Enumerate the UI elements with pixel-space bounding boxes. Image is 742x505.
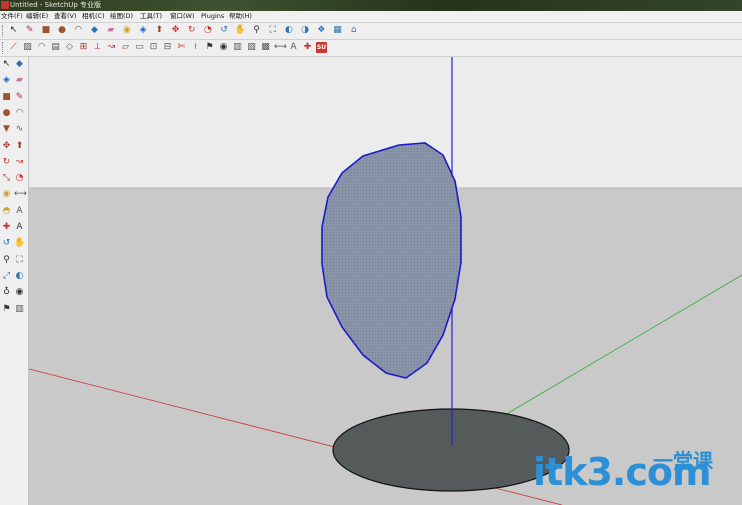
toolbar-grip[interactable]: [2, 25, 5, 37]
position-camera-icon[interactable]: ♁: [1, 287, 12, 298]
make-component-icon[interactable]: ◆: [89, 25, 100, 36]
circle-icon[interactable]: ●: [57, 25, 68, 36]
rectangle-icon[interactable]: ■: [40, 25, 51, 36]
sketchup-logo-icon: [1, 1, 9, 9]
3d-text-icon[interactable]: A: [14, 222, 25, 233]
zoom-window-icon[interactable]: ⛶: [14, 255, 25, 266]
previous-view-icon[interactable]: ◐: [283, 25, 294, 36]
menu-bar: 文件(F) 编辑(E) 查看(V) 相机(C) 绘图(D) 工具(T) 窗口(W…: [0, 11, 742, 23]
move-icon[interactable]: ✥: [170, 25, 181, 36]
zoom-icon[interactable]: ⚲: [1, 255, 12, 266]
section-plane-icon[interactable]: ▥: [232, 42, 243, 53]
menu-plugins[interactable]: Plugins: [201, 11, 224, 22]
split-icon[interactable]: ⟊: [190, 42, 201, 53]
title-bar: Untitled - SketchUp 专业版: [0, 0, 742, 11]
text-label-icon[interactable]: A: [288, 42, 299, 53]
union-icon[interactable]: ⊡: [148, 42, 159, 53]
next-view-icon[interactable]: ◑: [300, 25, 311, 36]
axes-icon[interactable]: ✚: [302, 42, 313, 53]
follow-me-icon[interactable]: ↝: [14, 157, 25, 168]
menu-window[interactable]: 窗口(W): [170, 11, 195, 22]
section-plane-icon[interactable]: ▥: [14, 304, 25, 315]
scene-canvas[interactable]: [29, 57, 742, 505]
sandbox-contours-icon[interactable]: ⟋: [8, 42, 19, 53]
move-icon[interactable]: ✥: [1, 141, 12, 152]
left-tool-palette: ↖ ◆ ◈ ▰ ■ ✎ ● ◠ ▼ ∿ ✥ ⬆ ↻ ↝ ⤡ ◔ ◉ ⟷ ◓ A ✚ A ↺ ✋ ⚲ ⛶ ⤢ ◐ ♁ ◉ ⚑ ▥: [0, 57, 29, 505]
zoom-extents-icon[interactable]: ⛶: [267, 25, 278, 36]
freehand-icon[interactable]: ∿: [14, 124, 25, 135]
outer-shell-icon[interactable]: ▭: [134, 42, 145, 53]
sandbox-flip-edge-icon[interactable]: ⟂: [92, 42, 103, 53]
subtract-icon[interactable]: ⊟: [162, 42, 173, 53]
tape-measure-icon[interactable]: ◉: [1, 189, 12, 200]
pencil-line-icon[interactable]: ✎: [24, 25, 35, 36]
dimension-icon[interactable]: ⟷: [14, 189, 27, 200]
sandbox-stamp-icon[interactable]: ▤: [50, 42, 61, 53]
scale-icon[interactable]: ⤡: [1, 173, 12, 184]
offset-icon[interactable]: ◔: [14, 173, 25, 184]
pan-icon[interactable]: ✋: [235, 25, 246, 36]
make-component-icon[interactable]: ◆: [14, 59, 25, 70]
orbit-icon[interactable]: ↺: [1, 238, 12, 249]
menu-help[interactable]: 帮助(H): [229, 11, 252, 22]
pencil-line-icon[interactable]: ✎: [14, 92, 25, 103]
menu-view[interactable]: 查看(V): [54, 11, 77, 22]
zoom-icon[interactable]: ⚲: [251, 25, 262, 36]
paint-bucket-icon[interactable]: ◈: [1, 75, 12, 86]
text-label-icon[interactable]: A: [14, 206, 25, 217]
menu-edit[interactable]: 编辑(E): [26, 11, 48, 22]
dimension-icon[interactable]: ⟷: [274, 42, 287, 53]
sandbox-scratch-icon[interactable]: ▨: [22, 42, 33, 53]
toolbar-grip[interactable]: [2, 42, 5, 54]
materials-icon[interactable]: ▦: [332, 25, 343, 36]
look-around-icon[interactable]: ◉: [218, 42, 229, 53]
tape-measure-icon[interactable]: ◉: [121, 25, 132, 36]
zoom-extents-icon[interactable]: ⤢: [1, 271, 12, 282]
follow-me-icon[interactable]: ↝: [106, 42, 117, 53]
pan-icon[interactable]: ✋: [14, 238, 25, 249]
main-toolbar: ↖ ✎ ■ ● ◠ ◆ ▰ ◉ ◈ ⬆ ✥ ↻ ◔ ↺ ✋ ⚲ ⛶ ◐ ◑ ❖ ▦ ⌂: [0, 23, 742, 40]
drawing-viewport[interactable]: [29, 57, 742, 505]
rotate-icon[interactable]: ↻: [186, 25, 197, 36]
orbit-icon[interactable]: ↺: [219, 25, 230, 36]
walk-icon[interactable]: ⚑: [1, 304, 12, 315]
look-around-icon[interactable]: ◉: [14, 287, 25, 298]
intersect-icon[interactable]: ▱: [120, 42, 131, 53]
walk-icon[interactable]: ⚑: [204, 42, 215, 53]
polygon-icon[interactable]: ▼: [1, 124, 12, 135]
sandbox-drape-icon[interactable]: ◇: [64, 42, 75, 53]
sandbox-add-detail-icon[interactable]: ⊞: [78, 42, 89, 53]
components-icon[interactable]: ❖: [316, 25, 327, 36]
menu-file[interactable]: 文件(F): [1, 11, 23, 22]
axes-icon[interactable]: ✚: [1, 222, 12, 233]
previous-view-icon[interactable]: ◐: [14, 271, 25, 282]
section-display-icon[interactable]: ▩: [260, 42, 271, 53]
eraser-icon[interactable]: ▰: [14, 75, 25, 86]
arc-icon[interactable]: ◠: [14, 108, 25, 119]
warehouse-icon[interactable]: ⌂: [348, 25, 359, 36]
menu-camera[interactable]: 相机(C): [82, 11, 105, 22]
rectangle-icon[interactable]: ■: [1, 92, 12, 103]
arc-icon[interactable]: ◠: [73, 25, 84, 36]
push-pull-icon[interactable]: ⬆: [154, 25, 165, 36]
su-app-icon[interactable]: SU: [316, 42, 327, 53]
protractor-icon[interactable]: ◓: [1, 206, 12, 217]
push-pull-icon[interactable]: ⬆: [14, 141, 25, 152]
select-arrow-icon[interactable]: ↖: [1, 59, 12, 70]
window-title: Untitled - SketchUp 专业版: [10, 1, 102, 9]
circle-icon[interactable]: ●: [1, 108, 12, 119]
menu-draw[interactable]: 绘图(D): [110, 11, 133, 22]
secondary-toolbar: ⟋ ▨ ◠ ▤ ◇ ⊞ ⟂ ↝ ▱ ▭ ⊡ ⊟ ✄ ⟊ ⚑ ◉ ▥ ▧ ▩ ⟷ A ✚ SU: [0, 40, 742, 57]
sandbox-smoove-icon[interactable]: ◠: [36, 42, 47, 53]
paint-bucket-icon[interactable]: ◈: [138, 25, 149, 36]
itk3-watermark: itk3.com 一堂课: [533, 448, 738, 496]
section-cut-icon[interactable]: ▧: [246, 42, 257, 53]
watermark-cn-text: 一堂课: [653, 449, 713, 473]
trim-icon[interactable]: ✄: [176, 42, 187, 53]
select-arrow-icon[interactable]: ↖: [8, 25, 19, 36]
menu-tools[interactable]: 工具(T): [140, 11, 162, 22]
rotate-icon[interactable]: ↻: [1, 157, 12, 168]
offset-icon[interactable]: ◔: [202, 25, 213, 36]
eraser-icon[interactable]: ▰: [105, 25, 116, 36]
